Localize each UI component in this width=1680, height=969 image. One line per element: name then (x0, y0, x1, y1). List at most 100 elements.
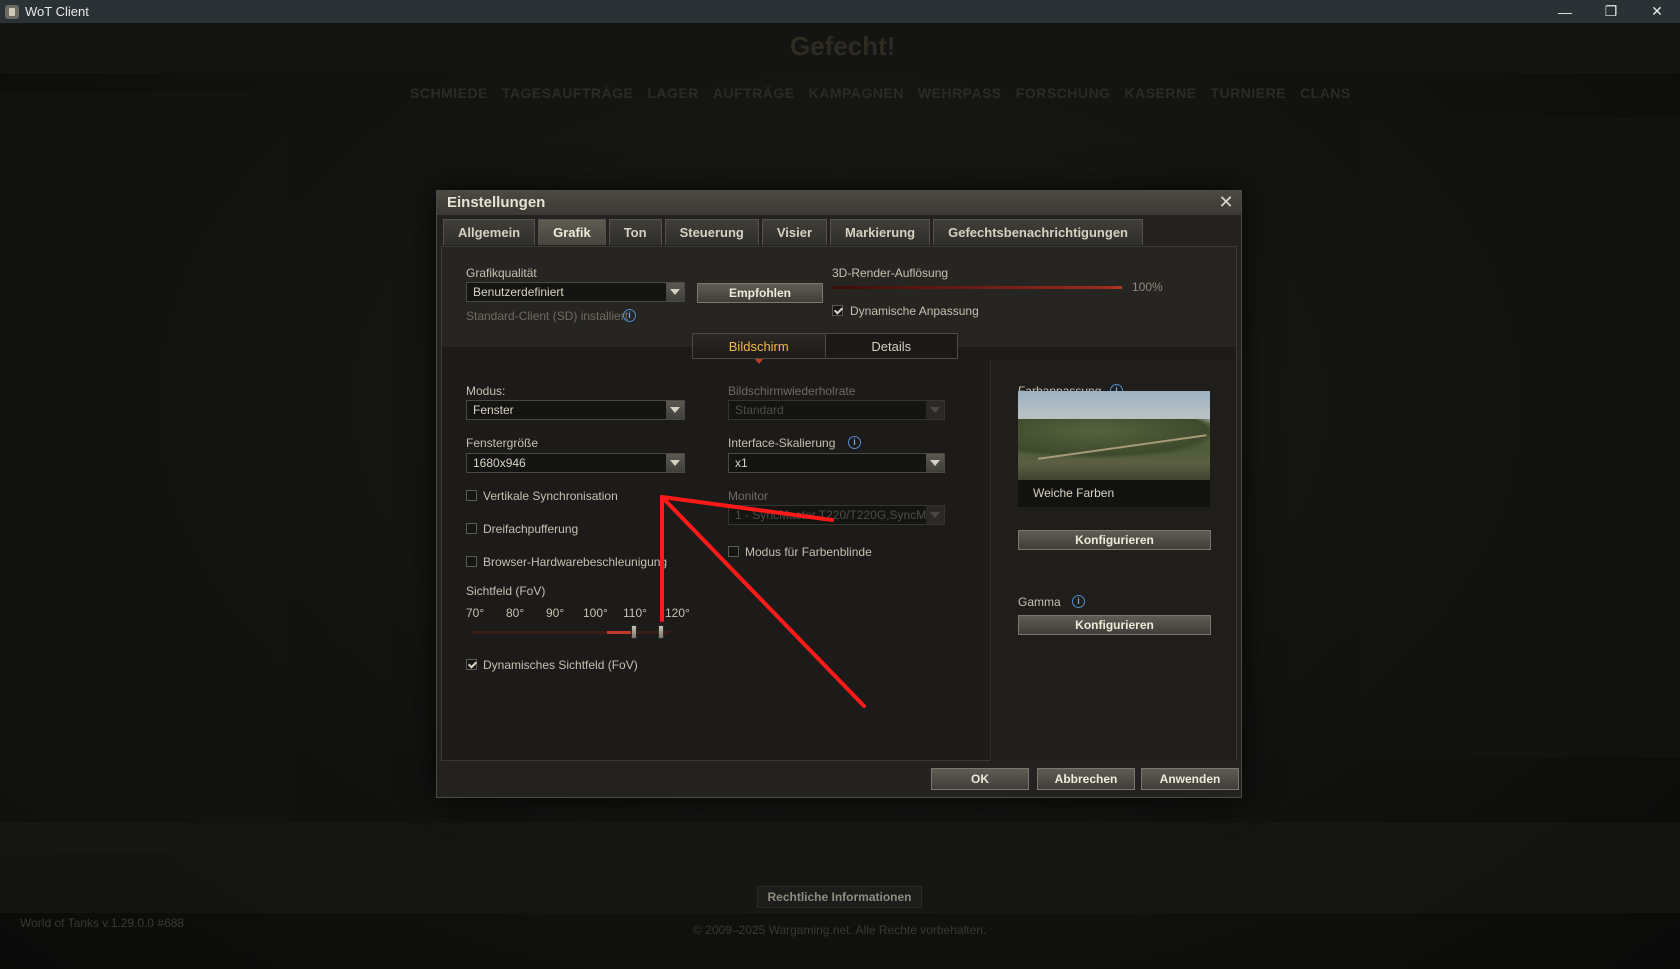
dynamic-fov-label: Dynamisches Sichtfeld (FoV) (483, 658, 638, 672)
scaling-label: Interface-Skalierung (728, 436, 836, 450)
chevron-down-icon (666, 401, 684, 419)
color-preview-caption: Weiche Farben (1018, 480, 1210, 507)
tab-visier[interactable]: Visier (761, 219, 828, 245)
quality-dropdown[interactable]: Benutzerdefiniert (466, 282, 685, 302)
quality-section: Grafikqualität Benutzerdefiniert Empfohl… (442, 247, 1236, 347)
dialog-footer: OK Abbrechen Anwenden (441, 765, 1239, 795)
garage-right-panel (1360, 118, 1680, 758)
recommended-button[interactable]: Empfohlen (697, 283, 823, 303)
copyright: © 2009–2025 Wargaming.net. Alle Rechte v… (693, 923, 987, 937)
window-size-dropdown[interactable]: 1680x946 (466, 453, 685, 473)
fov-min-handle[interactable] (631, 625, 637, 639)
graphics-panel: Grafikqualität Benutzerdefiniert Empfohl… (441, 246, 1237, 761)
subtab-bildschirm[interactable]: Bildschirm (693, 334, 826, 364)
refresh-dropdown: Standard (728, 400, 945, 420)
fov-tick: 100° (583, 606, 608, 620)
gamma-configure-button[interactable]: Konfigurieren (1018, 615, 1211, 635)
browser-accel-checkbox[interactable] (466, 556, 477, 567)
fov-max-handle[interactable] (658, 625, 664, 639)
tab-gefechtsbenachrichtigungen[interactable]: Gefechtsbenachrichtigungen (933, 219, 1143, 245)
triple-buffer-checkbox[interactable] (466, 523, 477, 534)
tab-allgemein[interactable]: Allgemein (443, 219, 536, 245)
fov-tick: 70° (466, 606, 485, 620)
nav-item: TAGESAUFTRÄGE (501, 85, 634, 101)
dynamic-adjust-label: Dynamische Anpassung (850, 304, 979, 318)
chevron-down-icon (926, 454, 944, 472)
monitor-dropdown: 1 - SyncMaster T220/T220G,SyncM... (728, 505, 945, 525)
nav-item: CLANS (1300, 85, 1351, 101)
monitor-label: Monitor (728, 489, 769, 503)
dynamic-fov-checkbox[interactable] (466, 659, 477, 670)
fov-label: Sichtfeld (FoV) (466, 584, 546, 598)
refresh-label: Bildschirmwiederholrate (728, 384, 856, 398)
browser-accel-label: Browser-Hardwarebeschleunigung (483, 555, 668, 569)
garage-left-panel (0, 93, 290, 853)
nav-item: AUFTRÄGE (712, 85, 795, 101)
window-title: WoT Client (25, 4, 89, 19)
info-icon[interactable]: i (1072, 595, 1085, 608)
tab-ton[interactable]: Ton (608, 219, 662, 245)
info-icon[interactable]: i (623, 309, 636, 322)
nav-item: KASERNE (1124, 85, 1197, 101)
nav-item: LAGER (647, 85, 699, 101)
nav-item: TURNIERE (1210, 85, 1287, 101)
app-icon (5, 4, 19, 19)
chevron-down-icon (666, 454, 684, 472)
color-configure-button[interactable]: Konfigurieren (1018, 530, 1211, 550)
fov-tick: 120° (665, 606, 690, 620)
monitor-value: 1 - SyncMaster T220/T220G,SyncM... (735, 508, 937, 522)
fov-slider-track[interactable] (472, 631, 670, 634)
os-title-bar: WoT Client — ❐ ✕ (0, 0, 1680, 23)
garage-top-bar: Gefecht! (0, 23, 1680, 73)
render-value: 100% (1132, 280, 1163, 294)
mode-label: Modus: (466, 384, 506, 398)
nav-item: FORSCHUNG (1015, 85, 1111, 101)
client-version: World of Tanks v.1.29.0.0 #688 (20, 916, 185, 930)
tab-grafik[interactable]: Grafik (538, 219, 606, 245)
color-preview-image[interactable] (1018, 391, 1210, 480)
refresh-value: Standard (735, 403, 784, 417)
graphics-subtabs: Bildschirm Details (692, 333, 958, 364)
window-size-label: Fenstergröße (466, 436, 539, 450)
dynamic-adjust-checkbox[interactable] (832, 305, 843, 316)
tab-markierung[interactable]: Markierung (830, 219, 931, 245)
close-icon[interactable]: ✕ (1217, 193, 1235, 211)
ok-button[interactable]: OK (931, 768, 1029, 790)
scaling-dropdown[interactable]: x1 (728, 453, 945, 473)
nav-item: KAMPAGNEN (808, 85, 904, 101)
info-icon[interactable]: i (848, 436, 861, 449)
dialog-title: Einstellungen (447, 194, 546, 211)
cancel-button[interactable]: Abbrechen (1037, 768, 1135, 790)
chevron-down-icon (926, 401, 944, 419)
close-window-icon[interactable]: ✕ (1634, 0, 1680, 23)
vsync-label: Vertikale Synchronisation (483, 489, 618, 503)
garage-nav: SCHMIEDE TAGESAUFTRÄGE LAGER AUFTRÄGE KA… (410, 85, 1351, 101)
subtab-details[interactable]: Details (826, 334, 958, 358)
vsync-checkbox[interactable] (466, 490, 477, 501)
tab-steuerung[interactable]: Steuerung (664, 219, 759, 245)
minimize-icon[interactable]: — (1542, 0, 1588, 23)
fov-tick: 110° (623, 606, 647, 620)
window-size-value: 1680x946 (473, 456, 526, 470)
legal-info-button: Rechtliche Informationen (757, 886, 922, 908)
scaling-value: x1 (735, 456, 748, 470)
color-column: Farbanpassung i Weiche Farben Konfigurie… (990, 359, 1236, 761)
fov-tick: 80° (506, 606, 525, 620)
nav-item: WEHRPASS (917, 85, 1002, 101)
mode-value: Fenster (473, 403, 514, 417)
gamma-label: Gamma (1018, 595, 1061, 609)
restore-icon[interactable]: ❐ (1588, 0, 1634, 23)
render-label: 3D-Render-Auflösung (832, 266, 949, 280)
render-slider[interactable] (832, 286, 1122, 289)
apply-button[interactable]: Anwenden (1141, 768, 1239, 790)
dialog-header: Einstellungen ✕ (437, 191, 1241, 215)
fov-tick: 90° (546, 606, 565, 620)
settings-tabs: Allgemein Grafik Ton Steuerung Visier Ma… (443, 219, 1143, 245)
nav-item: SCHMIEDE (410, 85, 488, 101)
colorblind-checkbox[interactable] (728, 546, 739, 557)
quality-value: Benutzerdefiniert (473, 285, 564, 299)
chevron-down-icon (926, 506, 944, 524)
mode-dropdown[interactable]: Fenster (466, 400, 685, 420)
chevron-down-icon (666, 283, 684, 301)
settings-dialog: Einstellungen ✕ Allgemein Grafik Ton Ste… (436, 190, 1242, 798)
